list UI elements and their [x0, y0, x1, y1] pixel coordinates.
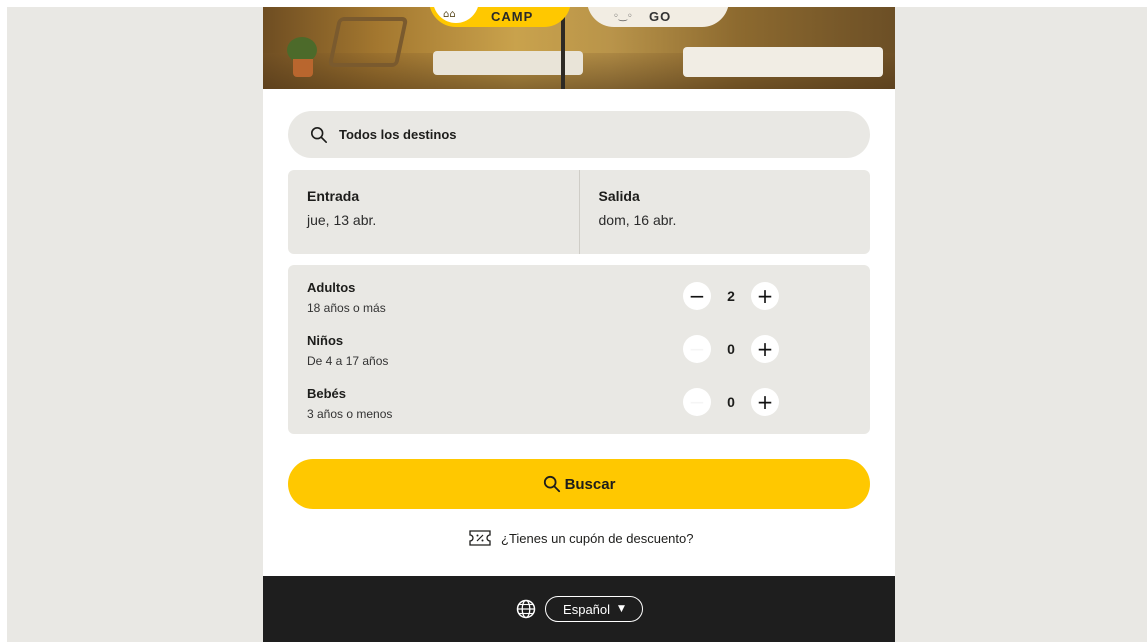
caret-down-icon: ▼ — [618, 604, 625, 614]
guest-row-children: Niños De 4 a 17 años − 0 + — [307, 333, 847, 373]
van-icon: ◦‿◦ — [613, 11, 633, 22]
infants-count: 0 — [727, 394, 735, 410]
language-selector[interactable]: Español ▼ — [545, 596, 643, 622]
checkin-value: jue, 13 abr. — [307, 212, 377, 228]
tab-go[interactable]: ◦‿◦ GO — [587, 7, 729, 27]
adults-minus-button[interactable]: − — [683, 282, 711, 310]
guest-row-adults: Adultos 18 años o más − 2 + — [307, 280, 847, 320]
coupon-link[interactable]: ¿Tienes un cupón de descuento? — [469, 527, 694, 549]
date-range: Entrada jue, 13 abr. Salida dom, 16 abr. — [288, 170, 870, 254]
globe-icon — [516, 599, 536, 619]
guest-row-infants: Bebés 3 años o menos − 0 + — [307, 386, 847, 426]
tab-go-label: GO — [649, 9, 672, 24]
children-minus-button[interactable]: − — [683, 335, 711, 363]
adults-count: 2 — [727, 288, 735, 304]
adults-plus-button[interactable]: + — [751, 282, 779, 310]
adults-stepper: − 2 + — [683, 282, 779, 310]
coupon-link-text: ¿Tienes un cupón de descuento? — [501, 530, 694, 546]
checkout-value: dom, 16 abr. — [598, 212, 677, 228]
search-button[interactable]: Buscar — [288, 459, 870, 509]
tab-camp[interactable]: ⌂⌂ CAMP — [429, 7, 571, 27]
destination-search-text: Todos los destinos — [339, 127, 457, 142]
tab-camp-icon-circle — [433, 7, 479, 23]
destination-search-field[interactable]: Todos los destinos — [288, 111, 870, 158]
hero-image: ⌂⌂ CAMP ◦‿◦ GO — [263, 7, 895, 89]
infants-plus-button[interactable]: + — [751, 388, 779, 416]
children-stepper: − 0 + — [683, 335, 779, 363]
checkout-label: Salida — [598, 188, 640, 204]
children-plus-button[interactable]: + — [751, 335, 779, 363]
guests-selector: Adultos 18 años o más − 2 + Niños De 4 a… — [288, 265, 870, 434]
search-button-label: Buscar — [564, 475, 616, 493]
search-icon — [310, 126, 328, 143]
search-icon — [543, 475, 560, 493]
coupon-icon — [469, 530, 491, 546]
page-left-edge — [0, 0, 7, 642]
language-selector-label: Español — [563, 601, 611, 617]
booking-panel: ⌂⌂ CAMP ◦‿◦ GO Todos los destinos Entrad… — [263, 7, 895, 642]
checkin-label: Entrada — [307, 188, 360, 204]
footer: Español ▼ — [263, 576, 895, 642]
checkout-date-field[interactable]: Salida dom, 16 abr. — [578, 170, 871, 254]
children-count: 0 — [727, 341, 735, 357]
tab-camp-label: CAMP — [491, 9, 534, 24]
infants-minus-button[interactable]: − — [683, 388, 711, 416]
tent-icon: ⌂⌂ — [443, 9, 456, 20]
checkin-date-field[interactable]: Entrada jue, 13 abr. — [288, 170, 579, 254]
infants-stepper: − 0 + — [683, 388, 779, 416]
page-top-edge — [0, 0, 1147, 7]
